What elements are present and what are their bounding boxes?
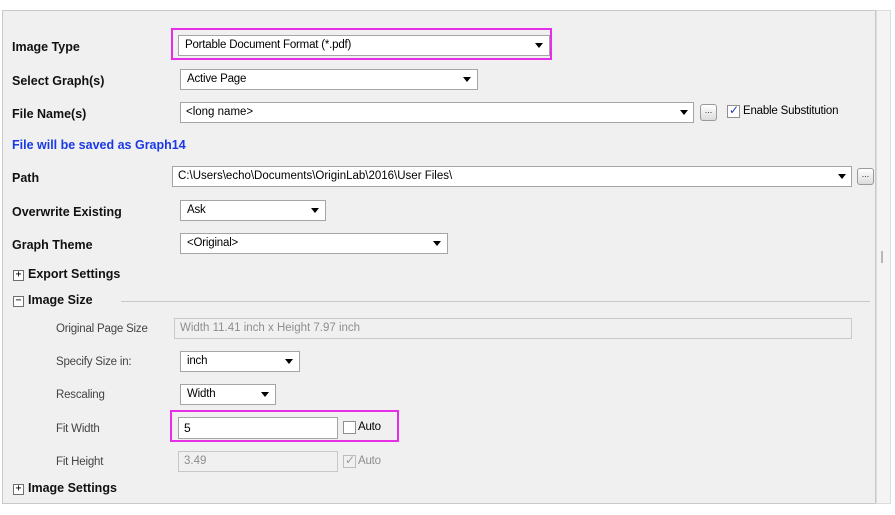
path-value: C:\Users\echo\Documents\OriginLab\2016\U…: [178, 170, 453, 182]
vertical-scrollbar[interactable]: [876, 10, 891, 504]
overwrite-existing-value: Ask: [187, 204, 206, 216]
file-names-input[interactable]: <long name>: [180, 102, 694, 123]
save-info-text: File will be saved as Graph14: [12, 138, 186, 152]
file-names-dropdown-arrow-icon[interactable]: [680, 110, 688, 115]
fit-width-auto-label: Auto: [358, 421, 381, 433]
fit-height-input: 3.49: [178, 451, 338, 472]
image-settings-header[interactable]: Image Settings: [28, 481, 117, 495]
path-input[interactable]: C:\Users\echo\Documents\OriginLab\2016\U…: [172, 166, 852, 187]
expand-image-settings-icon[interactable]: +: [13, 484, 24, 495]
original-page-size-label: Original Page Size: [56, 323, 148, 335]
select-graphs-value: Active Page: [187, 73, 247, 85]
chevron-down-icon: [535, 43, 543, 48]
path-label: Path: [12, 171, 40, 185]
fit-width-input[interactable]: 5: [178, 417, 338, 439]
chevron-down-icon: [285, 359, 293, 364]
specify-size-in-value: inch: [187, 355, 208, 367]
overwrite-existing-dropdown[interactable]: Ask: [180, 200, 326, 221]
export-settings-header[interactable]: Export Settings: [28, 267, 120, 281]
overwrite-existing-label: Overwrite Existing: [12, 205, 122, 219]
scrollbar-grip[interactable]: [881, 251, 883, 263]
path-dropdown-arrow-icon[interactable]: [838, 174, 846, 179]
image-size-header[interactable]: Image Size: [28, 293, 93, 307]
rescaling-dropdown[interactable]: Width: [180, 384, 276, 405]
path-browse-button[interactable]: ...: [857, 168, 874, 185]
graph-theme-dropdown[interactable]: <Original>: [180, 233, 448, 254]
specify-size-in-label: Specify Size in:: [56, 356, 132, 368]
enable-substitution-label: Enable Substitution: [743, 105, 839, 117]
graph-theme-value: <Original>: [187, 237, 239, 249]
fit-width-auto-checkbox[interactable]: [343, 421, 356, 434]
select-graphs-dropdown[interactable]: Active Page: [180, 69, 478, 90]
file-names-value: <long name>: [186, 106, 254, 118]
image-type-label: Image Type: [12, 40, 80, 54]
export-dialog-panel: Image Type Portable Document Format (*.p…: [2, 10, 876, 504]
enable-substitution-checkbox[interactable]: [727, 103, 740, 118]
chevron-down-icon: [463, 77, 471, 82]
rescaling-label: Rescaling: [56, 389, 105, 401]
section-divider: [121, 301, 870, 302]
file-names-label: File Name(s): [12, 107, 87, 121]
chevron-down-icon: [433, 241, 441, 246]
fit-height-auto-checkbox: [343, 453, 356, 468]
expand-export-settings-icon[interactable]: +: [13, 270, 24, 281]
graph-theme-label: Graph Theme: [12, 238, 93, 252]
select-graphs-label: Select Graph(s): [12, 74, 105, 88]
image-type-value: Portable Document Format (*.pdf): [185, 39, 352, 51]
fit-height-auto-label: Auto: [358, 455, 381, 467]
original-page-size-field: Width 11.41 inch x Height 7.97 inch: [174, 318, 852, 339]
chevron-down-icon: [261, 392, 269, 397]
original-page-size-value: Width 11.41 inch x Height 7.97 inch: [180, 322, 361, 334]
fit-height-label: Fit Height: [56, 456, 104, 468]
rescaling-value: Width: [187, 388, 216, 400]
fit-width-value: 5: [184, 421, 191, 435]
fit-width-label: Fit Width: [56, 423, 100, 435]
file-names-browse-button[interactable]: ...: [700, 104, 717, 121]
chevron-down-icon: [311, 208, 319, 213]
collapse-image-size-icon[interactable]: −: [13, 296, 24, 307]
image-type-dropdown[interactable]: Portable Document Format (*.pdf): [178, 35, 550, 56]
specify-size-in-dropdown[interactable]: inch: [180, 351, 300, 372]
fit-height-value: 3.49: [184, 455, 207, 467]
